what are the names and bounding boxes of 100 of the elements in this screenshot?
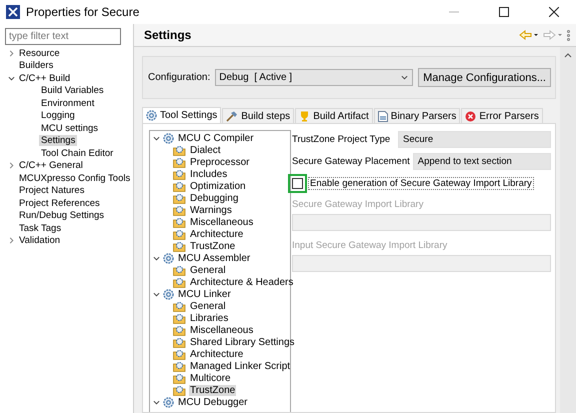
gear-icon (146, 110, 157, 121)
nav-tree-item[interactable]: Project Natures (17, 185, 86, 196)
folder-gear-icon (173, 336, 186, 348)
tool-gear-icon (163, 288, 174, 300)
tab[interactable]: Error Parsers (461, 108, 543, 123)
nav-tree-item[interactable]: Settings (39, 135, 78, 146)
hammer-icon (226, 110, 238, 122)
nav-tree-item[interactable]: MCUXpresso Config Tools (17, 172, 132, 184)
chevron-down-icon[interactable] (153, 134, 160, 142)
chevron-down-icon[interactable] (8, 74, 14, 82)
trophy-icon (299, 110, 310, 122)
nav-tree-item[interactable]: C/C++ Build (17, 72, 72, 84)
nav-tree-item[interactable]: Run/Debug Settings (17, 210, 106, 222)
app-logo-icon (6, 5, 20, 19)
tool-tree-item[interactable]: Preprocessor (189, 156, 250, 168)
tool-tree-item[interactable]: Managed Linker Script (189, 360, 292, 372)
tool-tree-item[interactable]: General (189, 264, 227, 276)
nav-tree-item[interactable]: Builders (17, 60, 56, 72)
option-label: TrustZone Project Type (292, 134, 392, 145)
folder-gear-icon (173, 360, 186, 372)
folder-gear-icon (173, 240, 186, 252)
nav-tree-item[interactable]: Build Variables (39, 85, 106, 96)
tool-tree-item[interactable]: Architecture (189, 228, 244, 240)
close-icon[interactable] (549, 7, 559, 17)
filter-field[interactable]: type filter text (5, 28, 121, 45)
back-arrow-icon[interactable] (519, 30, 539, 40)
tool-tree-item[interactable]: Includes (189, 168, 228, 180)
nav-tree-item[interactable]: Environment (39, 98, 96, 109)
tab[interactable]: Tool Settings (142, 107, 222, 123)
nav-tree-item[interactable]: Task Tags (17, 222, 64, 234)
chevron-right-icon[interactable] (8, 50, 14, 57)
folder-gear-icon (173, 168, 186, 180)
tab[interactable]: Build Artifact (295, 108, 373, 123)
tool-tree-item[interactable]: Miscellaneous (189, 324, 254, 336)
checkbox-label[interactable]: Enable generation of Secure Gateway Import Library (308, 177, 534, 190)
folder-gear-icon (173, 192, 186, 204)
tool-tree-item[interactable]: Architecture (189, 348, 244, 360)
tool-tree-item[interactable]: MCU Linker (177, 288, 232, 300)
tool-tree-item[interactable]: MCU Debugger (177, 396, 248, 408)
chevron-down-icon[interactable] (401, 74, 408, 81)
tool-tree-item[interactable]: Miscellaneous (189, 216, 254, 228)
checkbox[interactable] (292, 178, 303, 189)
tool-tree-item[interactable]: Libraries (189, 312, 230, 324)
folder-gear-icon (173, 372, 186, 384)
nav-tree-item[interactable]: Logging (39, 110, 77, 122)
folder-gear-icon (173, 156, 186, 168)
tab[interactable]: Build steps (222, 108, 294, 123)
manage-configurations-button[interactable]: Manage Configurations... (418, 68, 551, 87)
tool-gear-icon (163, 132, 174, 144)
folder-gear-icon (173, 144, 186, 156)
folder-gear-icon (173, 264, 186, 276)
tool-gear-icon (163, 252, 174, 264)
option-label: Secure Gateway Placement (292, 156, 411, 167)
tool-tree-item[interactable]: MCU Assembler (177, 252, 252, 264)
tool-tree-item[interactable]: TrustZone (189, 384, 236, 396)
nav-tree-item[interactable]: Project References (17, 198, 102, 209)
chevron-right-icon[interactable] (8, 237, 14, 244)
option-combo[interactable]: Append to text section (412, 153, 551, 170)
configuration-combo[interactable]: Debug [ Active ] (215, 69, 414, 86)
option-combo[interactable]: Secure (398, 131, 551, 148)
window-title: Properties for Secure (26, 5, 140, 19)
option-label: Secure Gateway Import Library (292, 199, 424, 210)
tool-tree-item[interactable]: MCU C Compiler (177, 132, 255, 144)
tab[interactable]: Binary Parsers (374, 108, 460, 123)
tool-tree-item[interactable]: Optimization (189, 180, 247, 192)
tool-tree-item[interactable]: Debugging (189, 192, 240, 204)
tool-tree-item[interactable]: Multicore (189, 372, 232, 384)
nav-tree-item[interactable]: MCU settings (39, 122, 100, 134)
folder-gear-icon (173, 216, 186, 228)
chevron-right-icon[interactable] (8, 162, 14, 170)
nav-tree-item[interactable]: Resource (17, 48, 62, 59)
chevron-down-icon[interactable] (153, 290, 160, 298)
tool-tree-item[interactable]: General (189, 300, 227, 312)
nav-tree-item[interactable]: Tool Chain Editor (39, 148, 116, 159)
nav-tree-item[interactable]: Validation (17, 235, 62, 246)
folder-gear-icon (173, 276, 186, 288)
more-icon[interactable] (567, 30, 570, 40)
configuration-label: Configuration: (148, 72, 210, 83)
folder-gear-icon (173, 180, 186, 192)
folder-gear-icon (173, 312, 186, 324)
maximize-icon[interactable] (499, 7, 509, 17)
folder-gear-icon (173, 228, 186, 240)
text-field[interactable] (292, 214, 551, 231)
nav-tree-item[interactable]: C/C++ General (17, 160, 85, 172)
folder-gear-icon (173, 204, 186, 216)
scroll-up-icon[interactable] (564, 53, 572, 58)
tool-tree-item[interactable]: Dialect (189, 144, 222, 156)
tool-gear-icon (163, 396, 174, 408)
chevron-down-icon[interactable] (153, 398, 160, 406)
text-field[interactable] (292, 255, 551, 272)
tool-tree-item[interactable]: Shared Library Settings (189, 336, 296, 348)
page-title: Settings (144, 28, 192, 42)
chevron-down-icon[interactable] (153, 254, 160, 262)
folder-gear-icon (173, 348, 186, 360)
tool-tree-item[interactable]: TrustZone (189, 240, 236, 252)
tool-tree-item[interactable]: Architecture & Headers (189, 276, 294, 288)
folder-gear-icon (173, 324, 186, 336)
tool-tree-item[interactable]: Warnings (189, 204, 233, 216)
option-label: Input Secure Gateway Import Library (292, 240, 448, 251)
folder-gear-icon (173, 384, 186, 396)
